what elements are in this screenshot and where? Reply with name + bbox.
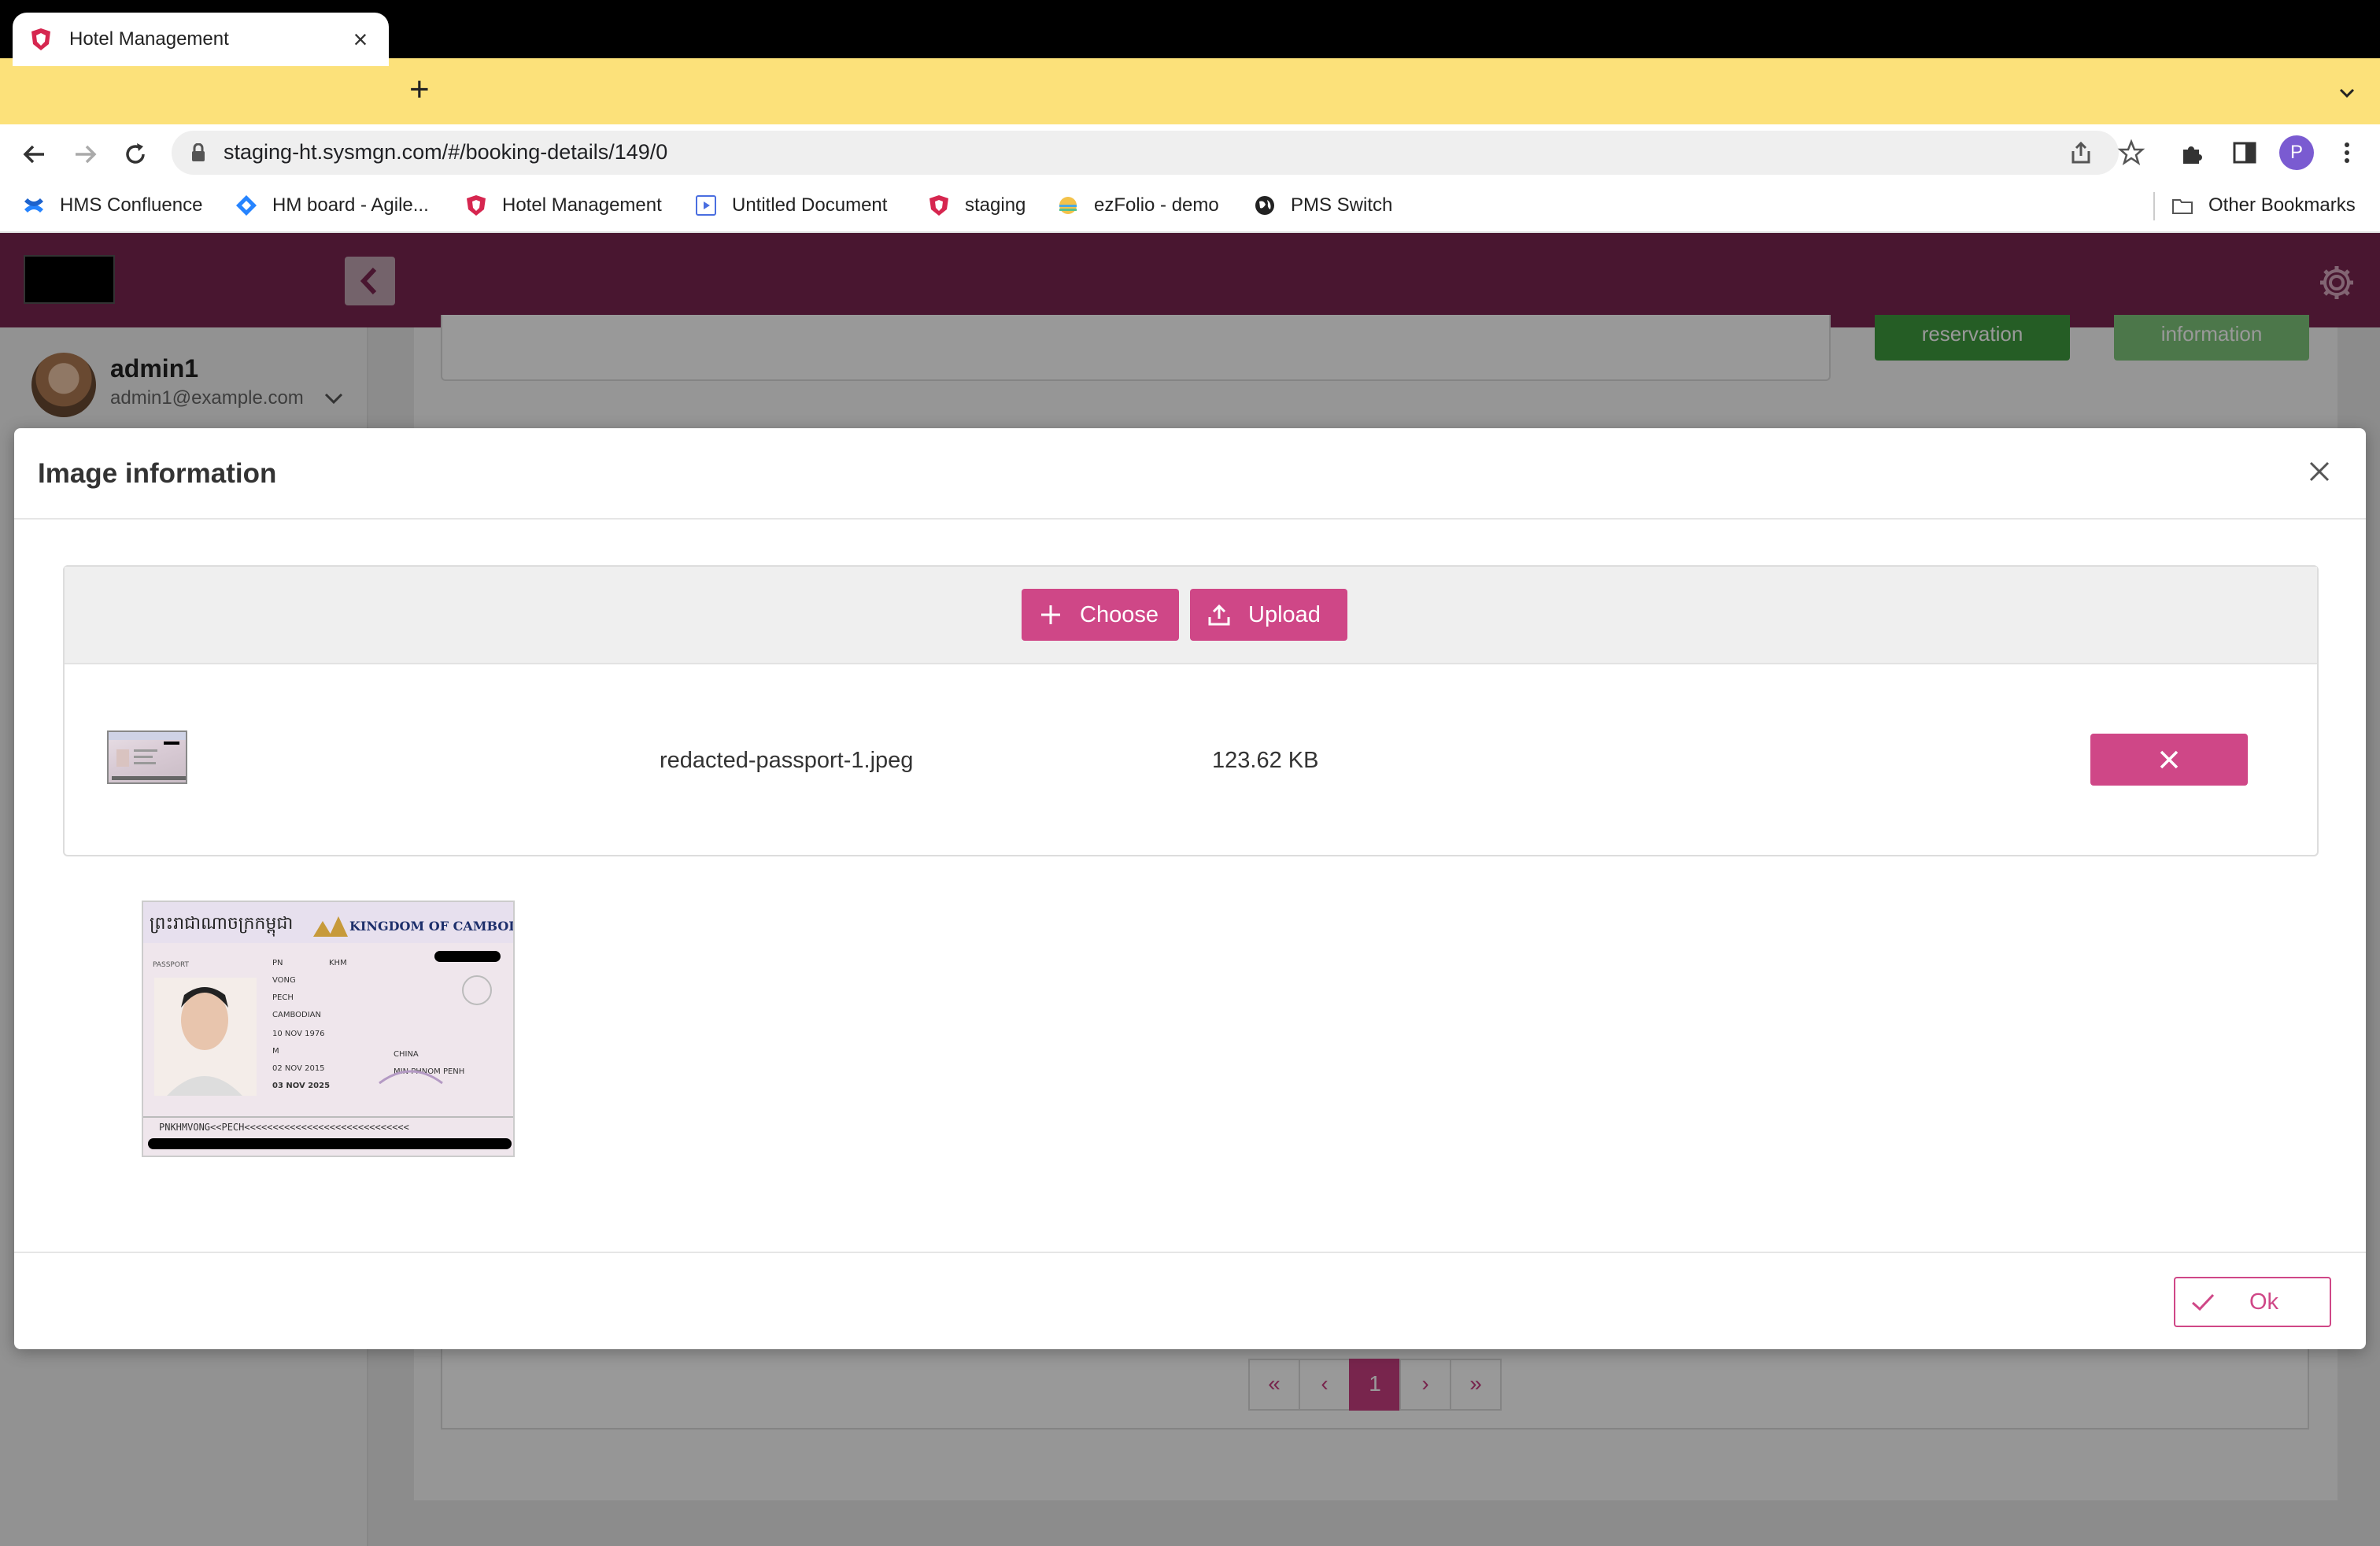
bookmark-hotel-management[interactable]: Hotel Management <box>464 194 662 217</box>
close-icon[interactable] <box>2306 458 2333 485</box>
bookmark-ezfolio[interactable]: ezFolio - demo <box>1056 194 1219 217</box>
jira-icon <box>236 195 257 216</box>
bookmark-staging[interactable]: staging <box>927 194 1026 217</box>
chevron-down-icon[interactable] <box>2338 83 2356 102</box>
bookmarks-divider <box>2153 192 2155 220</box>
passport-surname: VONG <box>272 976 296 985</box>
passport-birthplace: CHINA <box>394 1050 419 1059</box>
upload-button[interactable]: Upload <box>1190 589 1347 641</box>
bookmark-label: PMS Switch <box>1291 194 1393 216</box>
passport-thumbnail-icon <box>109 732 186 780</box>
confluence-icon <box>24 198 43 213</box>
profile-avatar[interactable]: P <box>2279 135 2314 170</box>
bookmark-pms-switch[interactable]: PMS Switch <box>1253 194 1392 217</box>
ok-button[interactable]: Ok <box>2174 1277 2331 1327</box>
choose-button[interactable]: Choose <box>1022 589 1179 641</box>
shield-icon <box>467 195 486 216</box>
passport-type: PN <box>272 959 283 967</box>
bookmark-label: Hotel Management <box>502 194 662 216</box>
side-panel-icon[interactable] <box>2230 139 2259 167</box>
passport-mrz: PNKHMVONG<<PECH<<<<<<<<<<<<<<<<<<<<<<<<<… <box>159 1122 409 1133</box>
remove-file-button[interactable] <box>2090 734 2248 786</box>
check-icon <box>2192 1293 2215 1311</box>
passport-image: ព្រះរាជាណាចក្រកម្ពុជា KINGDOM OF CAMBODI… <box>143 902 515 1156</box>
other-bookmarks[interactable]: Other Bookmarks <box>2171 194 2356 217</box>
bookmark-label: HM board - Agile... <box>272 194 429 216</box>
upload-icon <box>1208 604 1230 626</box>
upload-label: Upload <box>1248 601 1321 627</box>
passport-nationality: CAMBODIAN <box>272 1011 321 1019</box>
passport-khmer-heading: ព្រះរាជាណាចក្រកម្ពុជា <box>150 914 293 937</box>
bookmark-label: staging <box>965 194 1026 216</box>
passport-sex: M <box>272 1047 279 1056</box>
document-icon <box>696 195 716 216</box>
reload-icon[interactable] <box>120 139 151 170</box>
back-icon[interactable] <box>19 139 50 170</box>
tab-close-icon[interactable]: × <box>348 27 373 52</box>
bookmark-untitled-document[interactable]: Untitled Document <box>694 194 887 217</box>
folder-icon <box>2172 199 2193 214</box>
bookmark-hms-confluence[interactable]: HMS Confluence <box>22 194 202 217</box>
bookmark-hm-board[interactable]: HM board - Agile... <box>235 194 429 217</box>
bookmark-label: ezFolio - demo <box>1094 194 1219 216</box>
new-tab-icon[interactable]: + <box>409 72 430 107</box>
passport-country: KINGDOM OF CAMBODIA <box>349 919 515 934</box>
globe-icon <box>1255 196 1274 215</box>
lock-icon[interactable] <box>190 143 206 162</box>
passport-type-label: PASSPORT <box>153 961 190 969</box>
bookmark-star-icon[interactable] <box>2117 139 2145 167</box>
tab-title: Hotel Management <box>69 28 229 50</box>
passport-issue-date: 02 NOV 2015 <box>272 1064 325 1073</box>
passport-dob: 10 NOV 1976 <box>272 1030 325 1038</box>
dialog-footer-divider <box>14 1252 2366 1253</box>
file-name: redacted-passport-1.jpeg <box>660 748 914 773</box>
passport-code: KHM <box>329 959 347 967</box>
image-preview: ព្រះរាជាណាចក្រកម្ពុជា KINGDOM OF CAMBODI… <box>142 901 515 1157</box>
tab-strip <box>0 58 2380 124</box>
browser-tab[interactable]: Hotel Management × <box>13 13 389 66</box>
bookmark-label: HMS Confluence <box>60 194 203 216</box>
shield-icon <box>929 195 948 216</box>
ezfolio-icon <box>1059 197 1077 214</box>
close-icon <box>2160 750 2179 769</box>
extensions-icon[interactable] <box>2179 139 2207 167</box>
url-text[interactable]: staging-ht.sysmgn.com/#/booking-details/… <box>224 140 667 165</box>
dialog-header-divider <box>14 518 2366 520</box>
plus-icon <box>1041 605 1060 624</box>
choose-label: Choose <box>1080 601 1159 627</box>
share-icon[interactable] <box>2067 139 2095 167</box>
passport-given-name: PECH <box>272 993 294 1002</box>
more-menu-icon[interactable] <box>2333 139 2361 167</box>
shield-icon <box>31 28 50 50</box>
bookmark-label: Untitled Document <box>732 194 888 216</box>
dialog-title: Image information <box>38 458 277 489</box>
file-thumbnail <box>107 730 187 784</box>
passport-expiry-date: 03 NOV 2025 <box>272 1082 330 1090</box>
forward-icon[interactable] <box>69 139 101 170</box>
file-size: 123.62 KB <box>1212 748 1319 773</box>
other-bookmarks-label: Other Bookmarks <box>2208 194 2356 216</box>
ok-label: Ok <box>2249 1289 2279 1315</box>
